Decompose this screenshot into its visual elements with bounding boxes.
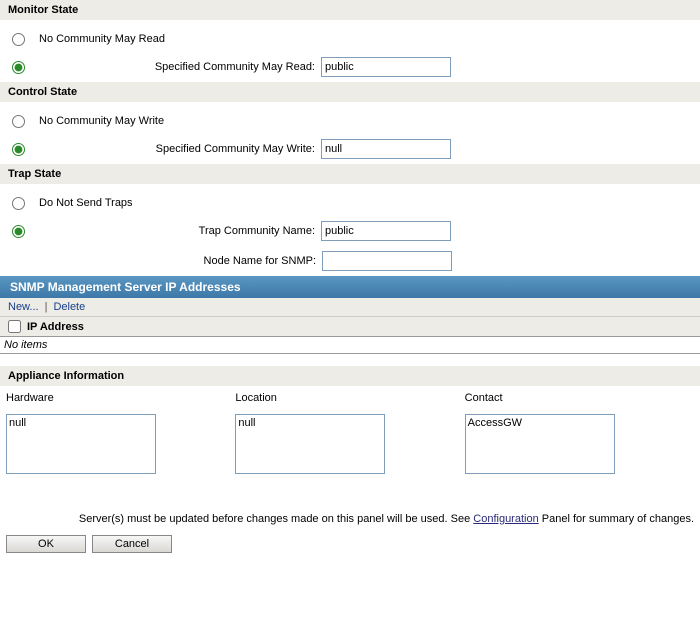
trap-community-label: Trap Community Name: <box>39 225 321 237</box>
monitor-no-community-radio[interactable] <box>12 33 25 46</box>
ip-address-column-label: IP Address <box>27 321 84 333</box>
ok-button[interactable]: OK <box>6 535 86 553</box>
appliance-info-columns: Hardware Location Contact <box>0 386 700 507</box>
configuration-link[interactable]: Configuration <box>473 513 538 525</box>
trap-no-send-radio[interactable] <box>12 197 25 210</box>
notice-post: Panel for summary of changes. <box>539 513 694 525</box>
snmp-servers-actions: New... | Delete <box>0 298 700 316</box>
control-state-header: Control State <box>0 82 700 102</box>
action-separator: | <box>45 301 48 313</box>
update-notice: Server(s) must be updated before changes… <box>0 507 700 527</box>
notice-pre: Server(s) must be updated before changes… <box>79 513 473 525</box>
trap-community-row: Trap Community Name: <box>0 216 700 246</box>
hardware-label: Hardware <box>6 392 235 404</box>
monitor-specified-label: Specified Community May Read: <box>39 61 321 73</box>
control-no-community-row: No Community May Write <box>0 108 700 134</box>
trap-node-row: Node Name for SNMP: <box>0 246 700 276</box>
monitor-no-community-label: No Community May Read <box>39 33 165 45</box>
control-specified-label: Specified Community May Write: <box>39 143 321 155</box>
contact-textarea[interactable] <box>465 414 615 474</box>
monitor-no-community-row: No Community May Read <box>0 26 700 52</box>
control-specified-row: Specified Community May Write: <box>0 134 700 164</box>
control-no-community-label: No Community May Write <box>39 115 164 127</box>
new-link[interactable]: New... <box>8 301 39 313</box>
monitor-specified-row: Specified Community May Read: <box>0 52 700 82</box>
cancel-button[interactable]: Cancel <box>92 535 172 553</box>
control-no-community-radio[interactable] <box>12 115 25 128</box>
delete-link[interactable]: Delete <box>53 301 85 313</box>
trap-community-input[interactable] <box>321 221 451 241</box>
trap-node-label: Node Name for SNMP: <box>40 255 322 267</box>
trap-no-send-row: Do Not Send Traps <box>0 190 700 216</box>
trap-state-header: Trap State <box>0 164 700 184</box>
ip-column-header: IP Address <box>0 316 700 336</box>
snmp-servers-header: SNMP Management Server IP Addresses <box>0 276 700 298</box>
select-all-checkbox[interactable] <box>8 320 21 333</box>
location-textarea[interactable] <box>235 414 385 474</box>
button-row: OK Cancel <box>0 527 700 565</box>
control-community-input[interactable] <box>321 139 451 159</box>
location-label: Location <box>235 392 464 404</box>
trap-no-send-label: Do Not Send Traps <box>39 197 133 209</box>
contact-label: Contact <box>465 392 694 404</box>
trap-node-input[interactable] <box>322 251 452 271</box>
trap-send-radio[interactable] <box>12 225 25 238</box>
hardware-textarea[interactable] <box>6 414 156 474</box>
control-specified-radio[interactable] <box>12 143 25 156</box>
appliance-info-header: Appliance Information <box>0 366 700 386</box>
monitor-state-header: Monitor State <box>0 0 700 20</box>
monitor-community-input[interactable] <box>321 57 451 77</box>
monitor-specified-radio[interactable] <box>12 61 25 74</box>
no-items-row: No items <box>0 336 700 354</box>
